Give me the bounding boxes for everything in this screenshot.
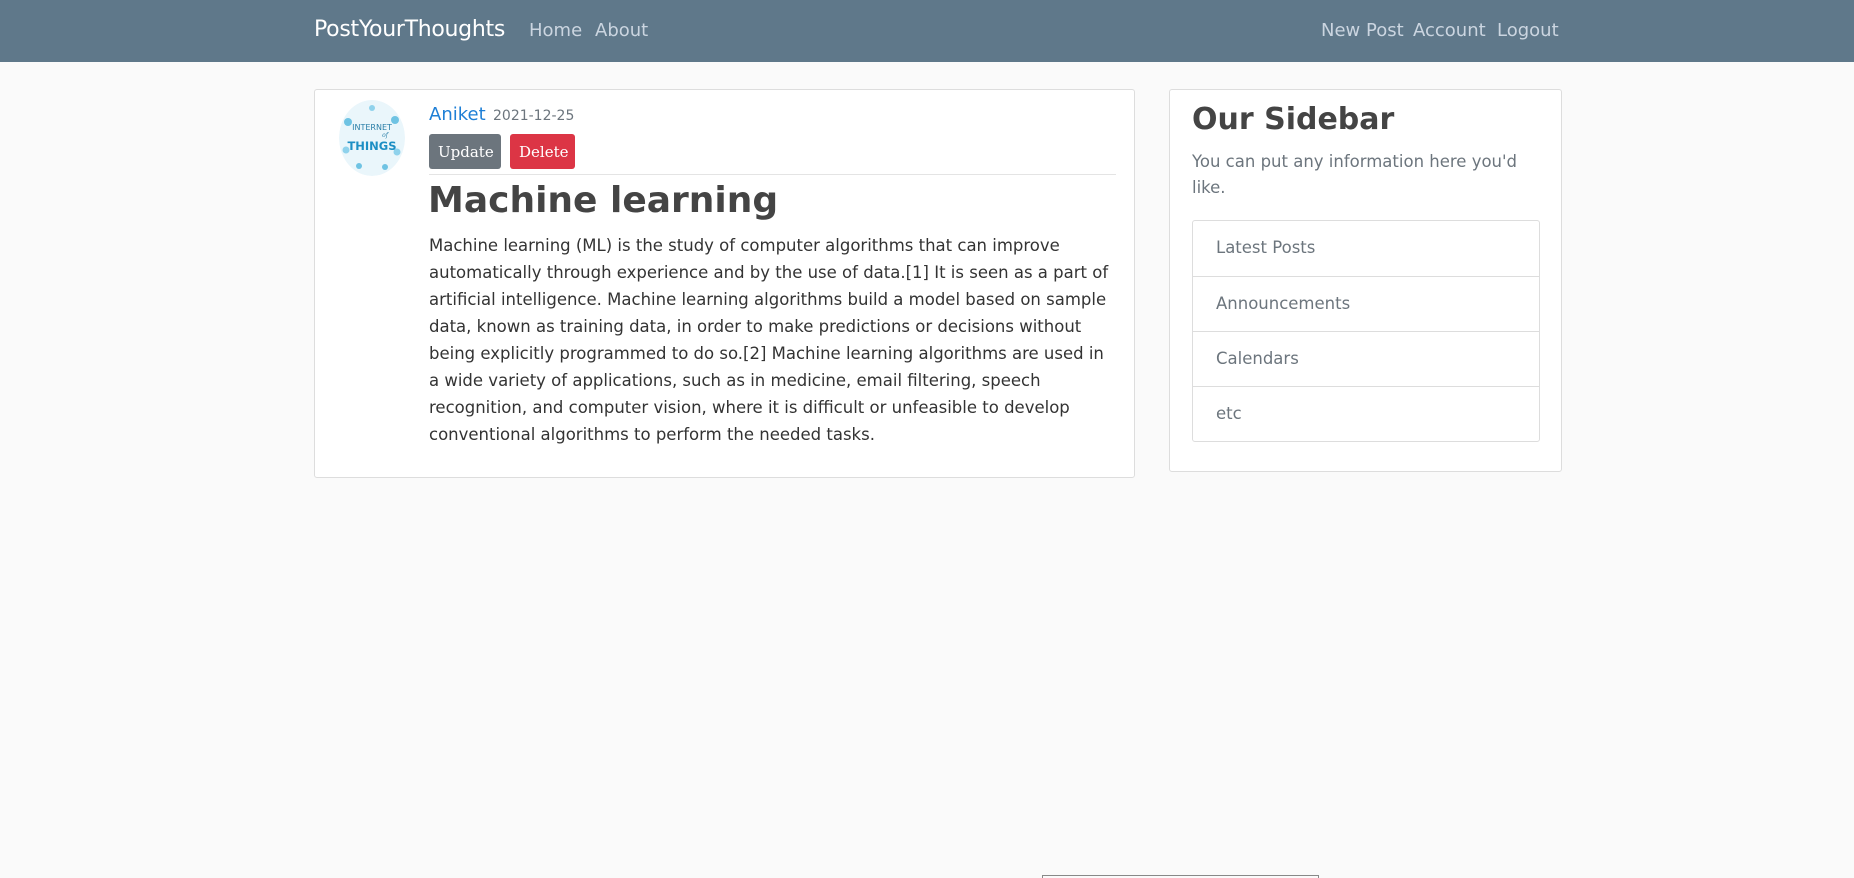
update-button[interactable]: Update <box>429 134 501 169</box>
sidebar-title: Our Sidebar <box>1192 102 1395 137</box>
post-date: 2021-12-25 <box>493 108 575 124</box>
sidebar-item-latest-posts[interactable]: Latest Posts <box>1193 221 1539 276</box>
sidebar-list: Latest Posts Announcements Calendars etc <box>1192 220 1540 442</box>
sidebar-card: Our Sidebar You can put any information … <box>1169 89 1562 472</box>
delete-button[interactable]: Delete <box>510 134 575 169</box>
post-divider <box>429 174 1116 175</box>
sidebar-description: You can put any information here you'd l… <box>1192 152 1518 197</box>
post-title: Machine learning <box>428 180 779 221</box>
nav-new-post-link[interactable]: New Post <box>1321 20 1404 41</box>
brand-link[interactable]: PostYourThoughts <box>314 17 505 42</box>
post-content: Machine learning (ML) is the study of co… <box>429 236 1109 444</box>
post-author-link[interactable]: Aniket <box>429 104 486 125</box>
post-card: INTERNET of THINGS Aniket 2021-12-25 Upd… <box>314 89 1135 478</box>
sidebar-item-etc[interactable]: etc <box>1193 386 1539 441</box>
logo-text-internet: INTERNET <box>352 123 392 132</box>
nav-about-link[interactable]: About <box>595 20 648 41</box>
nav-account-link[interactable]: Account <box>1413 20 1486 41</box>
nav-logout-link[interactable]: Logout <box>1497 20 1559 41</box>
sidebar-item-announcements[interactable]: Announcements <box>1193 276 1539 331</box>
sidebar-item-calendars[interactable]: Calendars <box>1193 331 1539 386</box>
top-navbar: PostYourThoughts Home About New Post Acc… <box>0 0 1854 62</box>
author-avatar: INTERNET of THINGS <box>339 100 405 176</box>
logo-text-things: THINGS <box>347 139 396 153</box>
internet-of-things-logo: INTERNET of THINGS <box>339 100 405 176</box>
nav-home-link[interactable]: Home <box>529 20 582 41</box>
